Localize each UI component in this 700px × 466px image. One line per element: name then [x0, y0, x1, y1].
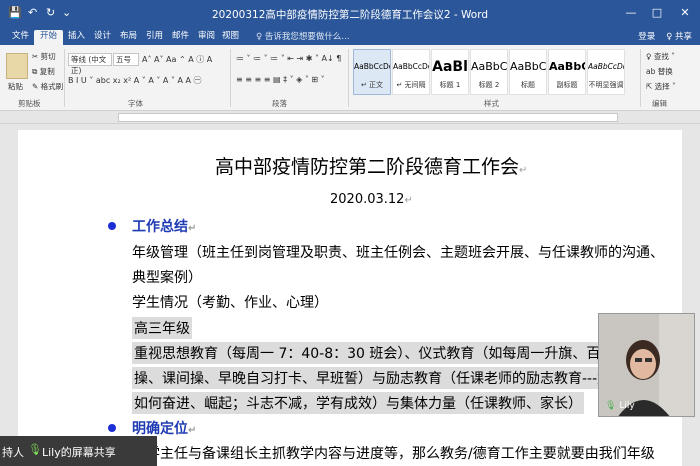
selected-line[interactable]: 如何奋进、崛起；斗志不减，学有成效）与集体力量（任课教师、家长）: [132, 392, 584, 414]
paragraph-mark: ↵: [188, 425, 197, 436]
style-sample: AaBbC: [549, 60, 585, 73]
screen-share-bar[interactable]: 持人 🎙 Lily的屏幕共享: [0, 436, 157, 466]
paste-button[interactable]: 粘贴: [8, 81, 23, 92]
style-heading-2[interactable]: AaBbC 标题 2: [470, 49, 508, 95]
divider: [640, 49, 641, 107]
paragraph-mark: ↵: [519, 165, 528, 176]
bullet-icon: [108, 222, 116, 230]
copy-button[interactable]: ⧉ 复制: [32, 66, 55, 77]
paragraph-tools-row2[interactable]: ≡ ≡ ≡ ≡ ▤ ‡ ˅ ◈ ˅ ⊞ ˅: [236, 75, 325, 84]
style-sample: AaBbCcDd: [354, 62, 390, 71]
account-area: 登录 ♀ 共享: [638, 30, 692, 42]
horizontal-ruler[interactable]: [0, 111, 700, 124]
tab-insert[interactable]: 插入: [62, 30, 91, 45]
font-group-label: 字体: [128, 99, 143, 108]
tab-home[interactable]: 开始: [34, 30, 64, 45]
select-button[interactable]: ⇱ 选择 ˅: [646, 81, 676, 92]
screen-share-label: Lily的屏幕共享: [42, 446, 116, 459]
styles-group-label: 样式: [484, 99, 499, 108]
document-page[interactable]: 高中部疫情防控第二阶段德育工作会↵ 2020.03.12↵ 工作总结↵ 年级管理…: [18, 130, 682, 466]
paragraph-mark: ↵: [404, 195, 413, 206]
style-name: 副标题: [556, 81, 578, 89]
clipboard-group-label: 剪贴板: [18, 99, 41, 108]
format-painter-button[interactable]: ✎ 格式刷: [32, 81, 63, 92]
style-name: 标题 2: [478, 81, 500, 89]
window-title: 20200312高中部疫情防控第二阶段德育工作会议2 - Word: [211, 9, 489, 21]
paste-icon[interactable]: [6, 53, 28, 79]
close-button[interactable]: ✕: [674, 4, 696, 22]
style-name: 不明显强调: [588, 81, 624, 89]
divider: [230, 49, 231, 107]
find-button[interactable]: ♀ 查找 ˅: [646, 51, 675, 62]
selected-line[interactable]: 重视思想教育（每周一 7：40-8：30 班会）、仪式教育（如每周一升旗、百日誓…: [132, 342, 659, 364]
host-label: 持人: [2, 446, 24, 459]
tell-me-search[interactable]: ♀ 告诉我您想要做什么...: [256, 30, 350, 42]
body-line[interactable]: 教学主任与备课组长主抓教学内容与进度等，那么教务/德育工作主要就要由我们年级: [132, 443, 655, 463]
divider: [348, 49, 349, 107]
style-name: ↵ 正文: [360, 81, 384, 89]
document-date-text: 2020.03.12: [330, 192, 405, 207]
font-size-select[interactable]: 五号: [113, 53, 139, 66]
font-tools-row2[interactable]: B I U ˅ abc x₂ x² A ˅ A ˅ A ˅ A A ㊀: [68, 75, 201, 86]
participant-name: Lily: [619, 401, 635, 411]
font-name-select[interactable]: 等线 (中文正): [68, 53, 112, 75]
body-line[interactable]: 学生情况（考勤、作业、心理）: [132, 292, 328, 312]
participant-video[interactable]: 🎙 Lily: [598, 313, 695, 417]
style-sample: AaBl: [432, 59, 468, 75]
style-name: 标题 1: [439, 81, 461, 89]
font-tools-row1[interactable]: A˄ A˅ Aa ⌃ A ⓘ A: [142, 54, 212, 65]
tab-layout[interactable]: 布局: [114, 30, 143, 45]
microphone-icon: 🎙: [605, 401, 617, 411]
ribbon-tabs: 文件 开始 插入 设计 布局 引用 邮件 审阅 视图 ♀ 告诉我您想要做什么..…: [0, 28, 700, 45]
selected-line[interactable]: 高三年级: [132, 317, 192, 339]
share-button[interactable]: ♀ 共享: [666, 32, 692, 42]
body-line[interactable]: 年级管理（班主任到岗管理及职责、班主任例会、主题班会开展、与任课教师的沟通、: [132, 242, 664, 262]
microphone-icon: 🎙: [28, 443, 42, 456]
maximize-button[interactable]: □: [646, 4, 668, 22]
style-sample: AaBbC: [510, 60, 546, 73]
title-bar: 💾 ↶ ↻ ⌄ 20200312高中部疫情防控第二阶段德育工作会议2 - Wor…: [0, 0, 700, 28]
paragraph-group-label: 段落: [272, 99, 287, 108]
editing-group-label: 编辑: [652, 99, 667, 108]
style-sample: AaBbCcDd: [588, 62, 624, 71]
style-heading-1[interactable]: AaBl 标题 1: [431, 49, 469, 95]
login-link[interactable]: 登录: [638, 32, 655, 42]
replace-button[interactable]: ab 替换: [646, 66, 673, 77]
style-sample: AaBbCcDd: [393, 62, 429, 71]
tab-design[interactable]: 设计: [88, 30, 117, 45]
body-line[interactable]: 典型案例）: [132, 267, 202, 287]
tab-file[interactable]: 文件: [6, 30, 35, 45]
style-name: 标题: [521, 81, 535, 89]
participant-label: 🎙 Lily: [605, 401, 635, 411]
style-title[interactable]: AaBbC 标题: [509, 49, 547, 95]
cut-button[interactable]: ✂ 剪切: [32, 51, 56, 62]
section-heading[interactable]: 工作总结↵: [132, 216, 196, 236]
section-heading[interactable]: 明确定位↵: [132, 418, 196, 438]
divider: [64, 49, 65, 107]
tab-references[interactable]: 引用: [140, 30, 169, 45]
tab-view[interactable]: 视图: [216, 30, 245, 45]
style-no-spacing[interactable]: AaBbCcDd ↵ 无间隔: [392, 49, 430, 95]
document-title[interactable]: 高中部疫情防控第二阶段德育工作会↵: [215, 152, 527, 179]
bullet-icon: [108, 424, 116, 432]
style-name: ↵ 无间隔: [396, 81, 426, 89]
minimize-button[interactable]: —: [620, 4, 642, 22]
ribbon: 粘贴 ✂ 剪切 ⧉ 复制 ✎ 格式刷 剪贴板 等线 (中文正) 五号 A˄ A˅…: [0, 45, 700, 111]
style-normal[interactable]: AaBbCcDd ↵ 正文: [353, 49, 391, 95]
style-subtle-emphasis[interactable]: AaBbCcDd 不明显强调: [587, 49, 625, 95]
selected-line[interactable]: 操、课间操、早晚自习打卡、早班誓）与励志教育（任课老师的励志教育---危难之: [132, 367, 642, 389]
style-subtitle[interactable]: AaBbC 副标题: [548, 49, 586, 95]
section-heading-text: 工作总结: [132, 219, 188, 235]
style-sample: AaBbC: [471, 60, 507, 73]
document-date[interactable]: 2020.03.12↵: [330, 192, 413, 207]
document-title-text: 高中部疫情防控第二阶段德育工作会: [215, 156, 520, 178]
section-heading-text: 明确定位: [132, 421, 188, 437]
tab-mailings[interactable]: 邮件: [166, 30, 195, 45]
paragraph-mark: ↵: [188, 223, 197, 234]
paragraph-tools-row1[interactable]: ≔ ˅ ≔ ˅ ≔ ˅ ⇤ ⇥ ✱ ˅ A↓ ¶: [236, 54, 341, 63]
ruler-track: [118, 113, 618, 122]
